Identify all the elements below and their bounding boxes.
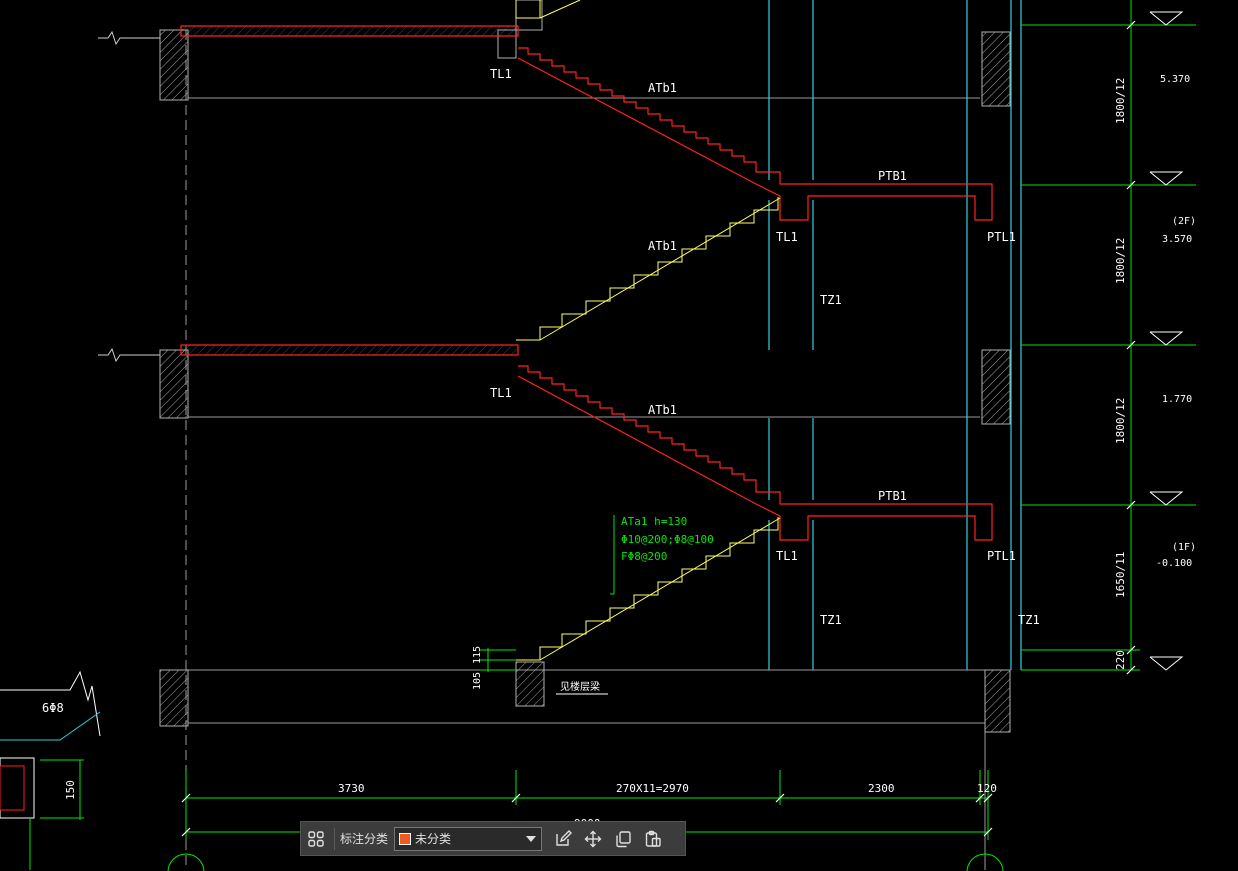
hdim-3730: 3730 xyxy=(338,782,365,795)
elevation-symbols xyxy=(1149,11,1184,671)
elevation-labels: 5.370 (2F) 3.570 1.770 (1F) -0.100 xyxy=(1156,74,1196,569)
grid-apps-icon[interactable] xyxy=(301,824,331,854)
vdim-1: 1800/12 xyxy=(1114,78,1127,124)
note-line-1: ATa1 h=130 xyxy=(621,515,687,528)
tz1-label-2: TZ1 xyxy=(820,613,842,627)
atb1-label-3: ATb1 xyxy=(648,403,677,417)
category-selected-value: 未分类 xyxy=(415,832,452,846)
concrete-sections xyxy=(180,25,993,541)
hdim-2300: 2300 xyxy=(868,782,895,795)
note-line-2: Φ10@200;Φ8@100 xyxy=(621,533,714,546)
tz1-label-3: TZ1 xyxy=(1018,613,1040,627)
see-beam-label: 见楼层梁 xyxy=(560,680,600,693)
edit-icon[interactable] xyxy=(548,824,578,854)
elevation-3570: 3.570 xyxy=(1162,234,1192,245)
tz1-label-1: TZ1 xyxy=(820,293,842,307)
note-line-3: FΦ8@200 xyxy=(621,550,667,563)
grid-lines xyxy=(185,30,986,870)
toolbar-separator xyxy=(334,827,335,850)
hatched-walls xyxy=(159,0,1011,733)
ptl1-label-upper: PTL1 xyxy=(987,230,1016,244)
elevation-5370: 5.370 xyxy=(1160,74,1190,85)
annotation-toolbar: 标注分类 未分类 xyxy=(300,821,686,856)
chevron-down-icon xyxy=(526,835,537,842)
rebar-label: 6Φ8 xyxy=(42,701,64,715)
category-color-swatch xyxy=(399,832,412,845)
reinforcement-note: ATa1 h=130 Φ10@200;Φ8@100 FΦ8@200 xyxy=(621,515,714,563)
paste-icon[interactable] xyxy=(638,824,668,854)
hdim-treads: 270X11=2970 xyxy=(616,782,689,795)
structural-labels: TL1 ATb1 PTB1 TL1 PTL1 ATb1 TZ1 TL1 ATb1… xyxy=(42,67,1040,715)
tl1-label-4: TL1 xyxy=(776,549,798,563)
floor-tag-1f: (1F) xyxy=(1172,542,1196,553)
category-label: 标注分类 xyxy=(340,832,389,846)
axis-bubbles xyxy=(167,853,1004,871)
hdim-120: 120 xyxy=(977,782,997,795)
atb1-label-1: ATb1 xyxy=(648,81,677,95)
category-dropdown[interactable]: 未分类 xyxy=(394,826,543,851)
vdim-4: 1650/11 xyxy=(1114,552,1127,598)
vdim-8: 150 xyxy=(64,780,77,800)
vdim-5: 220 xyxy=(1114,650,1127,670)
vdim-2: 1800/12 xyxy=(1114,238,1127,284)
elevation-minus-0100: -0.100 xyxy=(1156,558,1192,569)
vdim-6: 115 xyxy=(472,646,483,664)
stair-section-drawing[interactable]: TL1 ATb1 PTB1 TL1 PTL1 ATb1 TZ1 TL1 ATb1… xyxy=(0,0,1238,871)
copy-icon[interactable] xyxy=(608,824,638,854)
elevation-1770: 1.770 xyxy=(1162,394,1192,405)
tl1-label-2: TL1 xyxy=(776,230,798,244)
move-icon[interactable] xyxy=(578,824,608,854)
ptb1-label-upper: PTB1 xyxy=(878,169,907,183)
ptb1-label-lower: PTB1 xyxy=(878,489,907,503)
ptl1-label-lower: PTL1 xyxy=(987,549,1016,563)
dimension-lines xyxy=(40,0,1196,840)
tl1-label-3: TL1 xyxy=(490,386,512,400)
break-lines xyxy=(98,30,160,363)
vdim-3: 1800/12 xyxy=(1114,398,1127,444)
atb1-label-2: ATb1 xyxy=(648,239,677,253)
tl1-label-upper: TL1 xyxy=(490,67,512,81)
floor-tag-2f: (2F) xyxy=(1172,216,1196,227)
vdim-7: 105 xyxy=(472,672,483,690)
